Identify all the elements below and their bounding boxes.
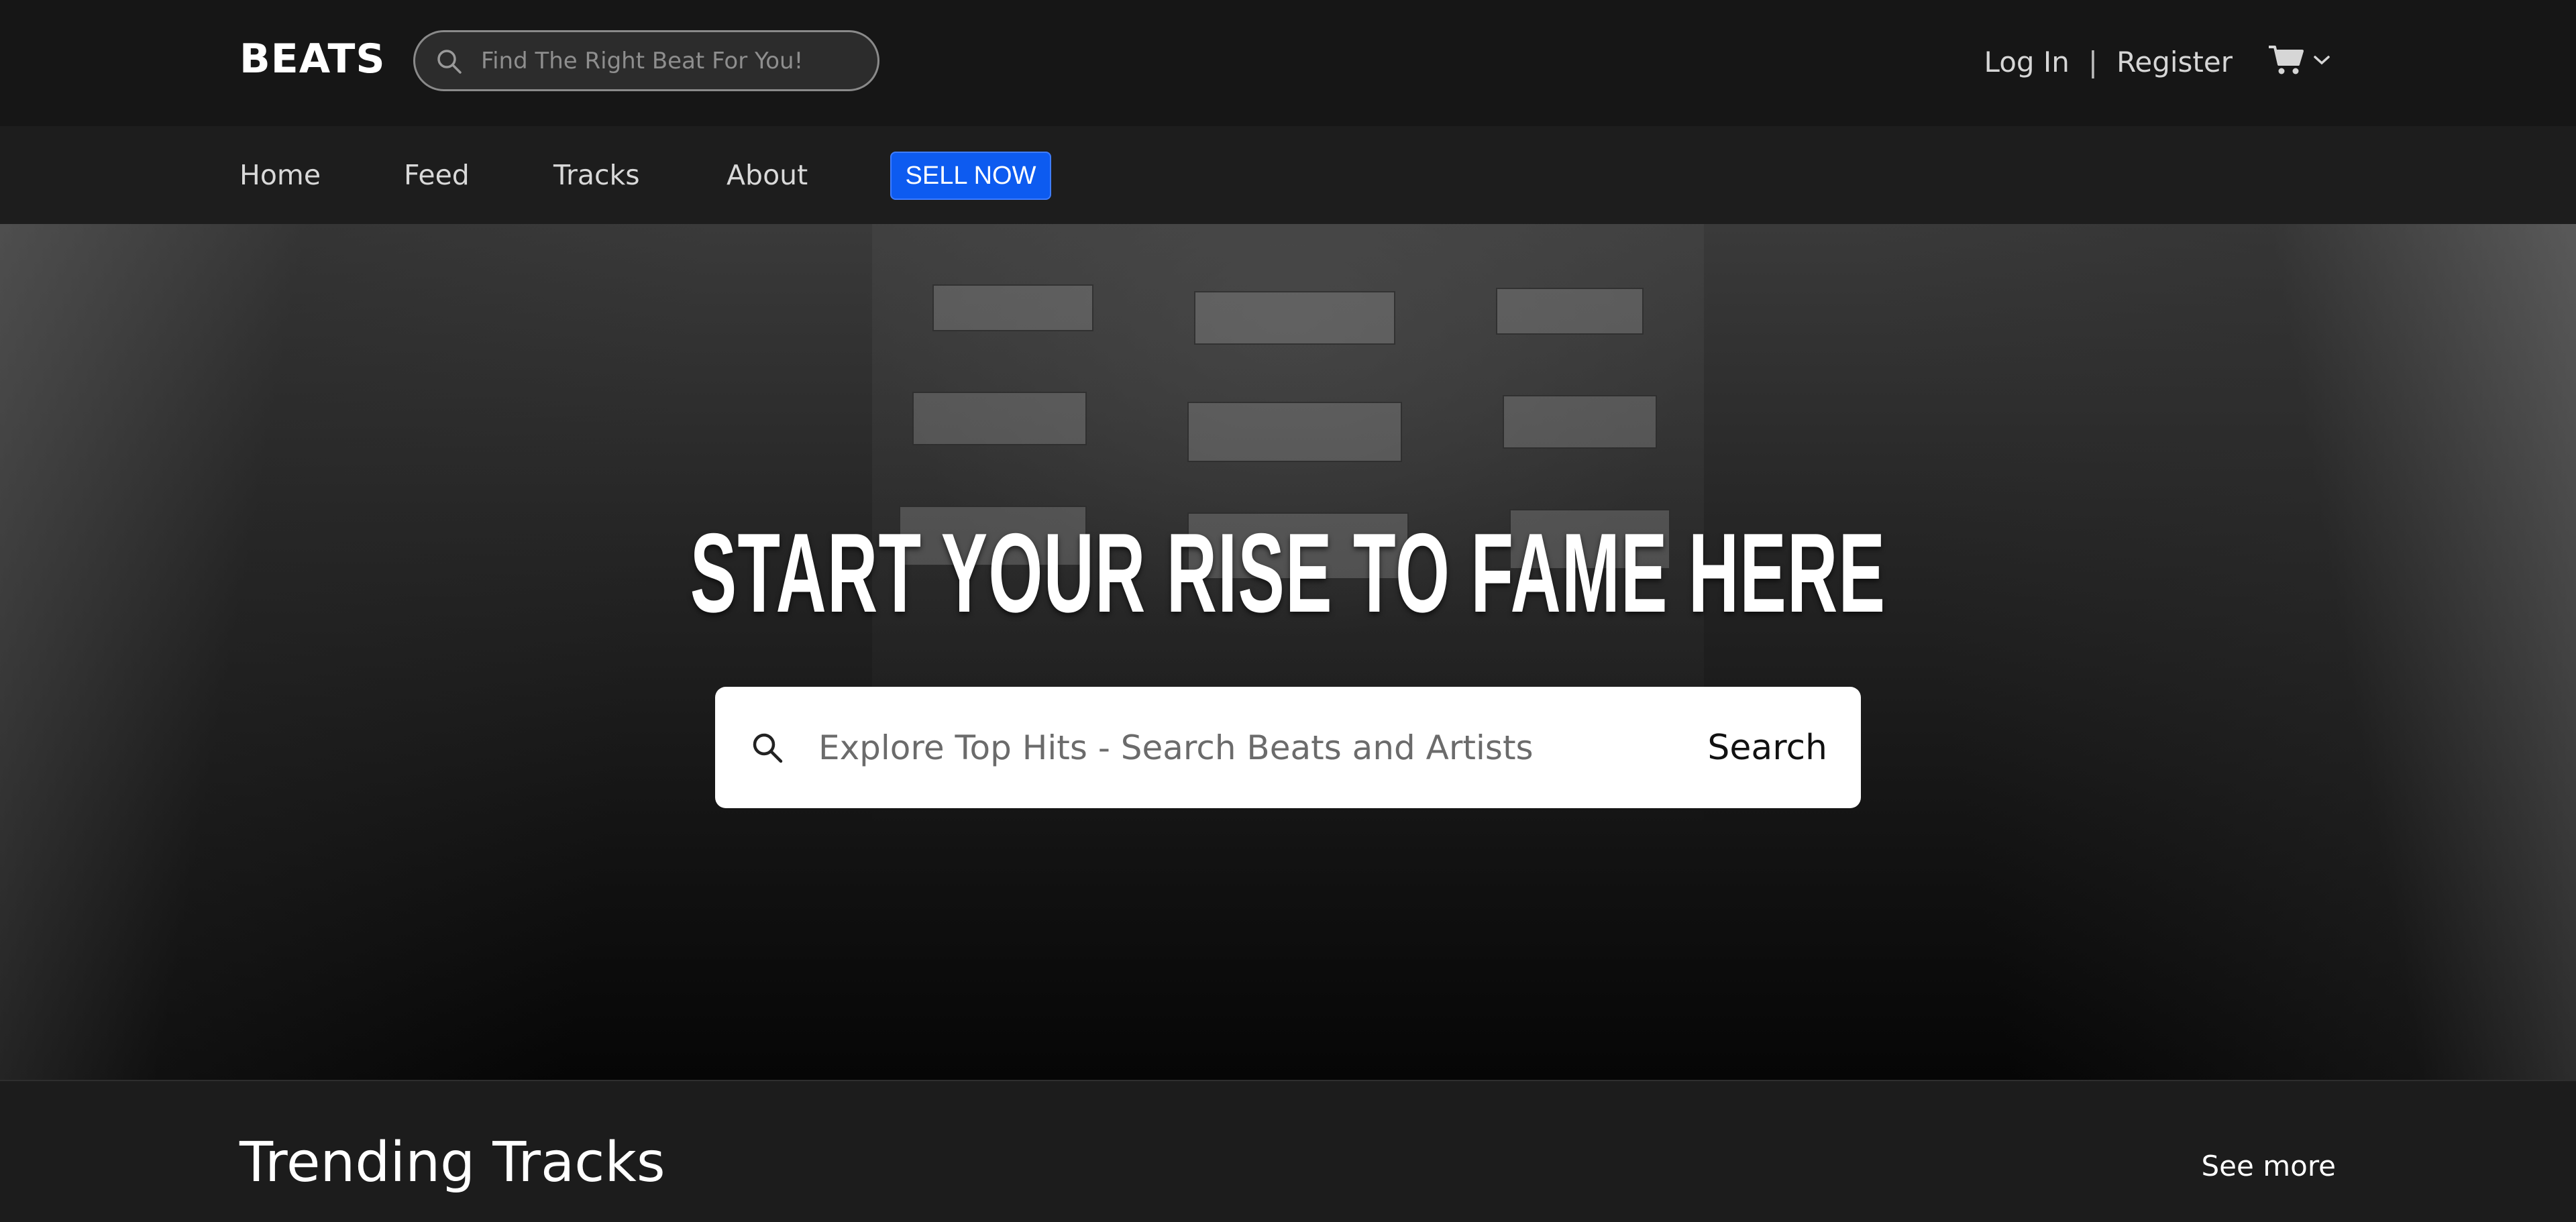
- hero-title: START YOUR RISE TO FAME HERE: [690, 510, 1886, 636]
- nav-item-home[interactable]: Home: [239, 157, 321, 193]
- auth-links: Log In | Register: [1984, 42, 2233, 82]
- brand-logo[interactable]: BEATS: [239, 35, 386, 83]
- top-bar: BEATS Log In | Register: [0, 0, 2576, 126]
- hero-background-right: [1704, 224, 2576, 1080]
- search-icon: [750, 730, 790, 765]
- hero-search-button[interactable]: Search: [1707, 728, 1827, 768]
- main-nav: Home Feed Tracks About SELL NOW: [0, 126, 2576, 224]
- trending-title: Trending Tracks: [239, 1131, 665, 1195]
- hero-banner: START YOUR RISE TO FAME HERE Search: [0, 224, 2576, 1080]
- nav-item-feed[interactable]: Feed: [404, 157, 470, 193]
- hero-background-left: [0, 224, 872, 1080]
- hero-search-input[interactable]: [818, 728, 1708, 767]
- header-search[interactable]: [413, 30, 879, 91]
- cart-button[interactable]: [2267, 42, 2330, 82]
- nav-item-tracks[interactable]: Tracks: [553, 157, 640, 193]
- nav-item-about[interactable]: About: [727, 157, 808, 193]
- search-icon: [435, 46, 466, 76]
- auth-separator: |: [2088, 45, 2098, 78]
- register-link[interactable]: Register: [2116, 46, 2233, 78]
- cart-icon: [2267, 44, 2305, 79]
- login-link[interactable]: Log In: [1984, 46, 2070, 78]
- header-search-input[interactable]: [481, 47, 857, 74]
- trending-section: Trending Tracks See more: [0, 1080, 2576, 1222]
- see-more-link[interactable]: See more: [2202, 1148, 2336, 1184]
- hero-search-bar[interactable]: Search: [715, 687, 1861, 808]
- chevron-down-icon: [2313, 54, 2330, 69]
- sell-now-button[interactable]: SELL NOW: [890, 152, 1051, 200]
